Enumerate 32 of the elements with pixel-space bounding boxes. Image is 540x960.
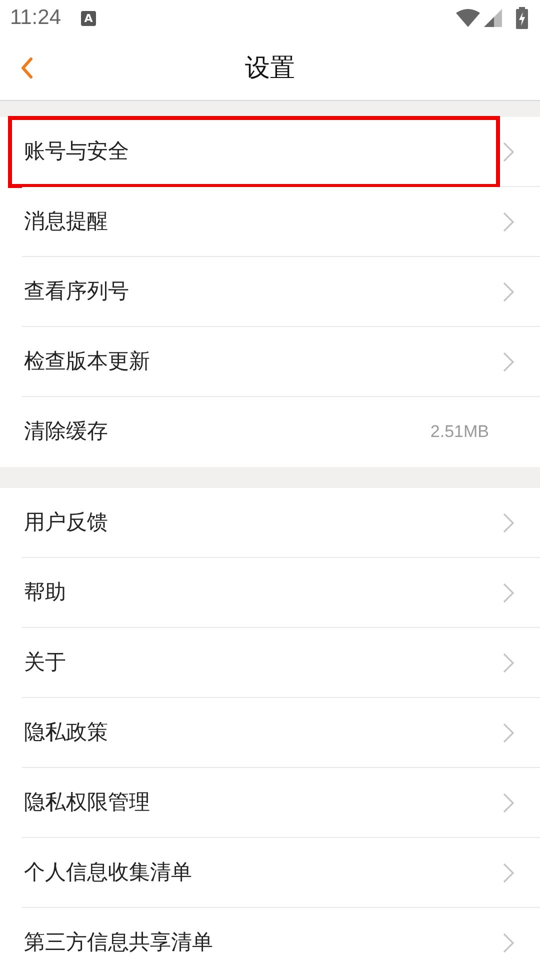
notification-icon: A	[81, 10, 96, 26]
chevron-icon	[503, 352, 514, 372]
signal-icon	[484, 9, 502, 27]
item-label: 账号与安全	[24, 138, 129, 165]
item-label: 帮助	[24, 578, 66, 606]
chevron-icon	[503, 582, 514, 602]
cache-size: 2.51MB	[430, 421, 489, 444]
status-time: 11:24	[10, 5, 61, 32]
chevron-icon	[503, 212, 514, 232]
chevron-icon	[503, 282, 514, 302]
settings-item[interactable]: 消息提醒	[22, 187, 540, 257]
item-label: 清除缓存	[24, 418, 108, 446]
page-title: 设置	[245, 52, 295, 84]
item-label: 消息提醒	[24, 208, 108, 235]
chevron-icon	[503, 862, 514, 882]
item-label: 第三方信息共享清单	[24, 928, 213, 956]
item-label: 隐私政策	[24, 718, 108, 746]
chevron-icon	[503, 792, 514, 812]
item-label: 查看序列号	[24, 278, 129, 305]
wifi-icon	[456, 9, 480, 27]
chevron-icon	[503, 512, 514, 532]
item-label: 用户反馈	[24, 508, 108, 536]
battery-charging-icon	[516, 7, 528, 29]
chevron-icon	[503, 142, 514, 162]
item-label: 个人信息收集清单	[24, 858, 192, 886]
back-button[interactable]	[20, 56, 34, 80]
chevron-icon	[503, 932, 514, 952]
item-label: 检查版本更新	[24, 348, 150, 375]
item-label: 关于	[24, 648, 66, 676]
chevron-icon	[503, 652, 514, 672]
chevron-icon	[503, 722, 514, 742]
item-label: 隐私权限管理	[24, 788, 150, 816]
